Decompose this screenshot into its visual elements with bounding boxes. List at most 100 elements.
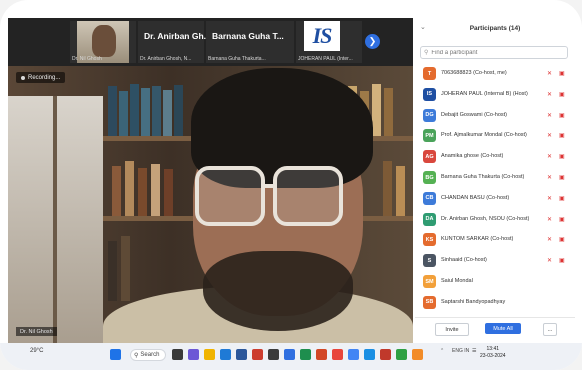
pdf-icon[interactable]: [380, 349, 391, 360]
participants-panel-title: Participants (14): [469, 25, 521, 32]
video-thumbnail-strip: Dr. Nil Ghosh Dr. Anirban Gh... Dr. Anir…: [8, 18, 413, 66]
record-icon: [21, 75, 25, 80]
more-options-button[interactable]: ...: [543, 323, 557, 336]
participant-search-box[interactable]: ⚲: [420, 46, 568, 59]
participant-avatar: DG: [423, 108, 436, 122]
self-view-name: Dr. Nil Ghosh: [20, 328, 53, 335]
participant-avatar: DA: [423, 212, 436, 226]
video-off-icon[interactable]: ▣: [559, 112, 565, 119]
participant-avatar: IS: [423, 87, 436, 101]
video-off-icon[interactable]: ▣: [559, 70, 565, 77]
speaker-beard: [203, 251, 353, 331]
mic-muted-icon[interactable]: ✕: [547, 70, 552, 77]
video-off-icon[interactable]: ▣: [559, 174, 565, 181]
mic-muted-icon[interactable]: ✕: [547, 91, 552, 98]
thumbnail-name-label: JOHERAN PAUL (Inter...: [298, 56, 353, 62]
edge-icon[interactable]: [220, 349, 231, 360]
tray-language[interactable]: ENG IN: [452, 348, 469, 354]
video-background: [384, 88, 393, 136]
video-background: [130, 84, 139, 136]
mic-muted-icon[interactable]: ✕: [547, 216, 552, 223]
video-off-icon[interactable]: ▣: [559, 91, 565, 98]
thumbnail-name-label: Dr. Anirban Ghosh, N...: [140, 56, 192, 62]
mic-muted-icon[interactable]: ✕: [547, 195, 552, 202]
participant-row[interactable]: S Sinhaaid (Co-host) ✕ ▣: [415, 251, 575, 271]
participant-row[interactable]: CB CHANDAN BASU (Co-host) ✕ ▣: [415, 189, 575, 209]
video-background: [151, 164, 160, 216]
participant-name: 7063688823 (Co-host, me): [441, 70, 507, 76]
weather-widget[interactable]: 29°C: [30, 348, 43, 354]
wifi-icon[interactable]: ☰: [472, 348, 476, 354]
participant-row[interactable]: PM Prof. Ajmalkumar Mondal (Co-host) ✕ ▣: [415, 126, 575, 146]
mic-muted-icon[interactable]: ✕: [547, 112, 552, 119]
dell-icon[interactable]: [252, 349, 263, 360]
app-icon[interactable]: [268, 349, 279, 360]
system-tray-chevron-icon[interactable]: ⌃: [440, 348, 444, 354]
task-view-icon[interactable]: [172, 349, 183, 360]
mic-muted-icon[interactable]: ✕: [547, 236, 552, 243]
recording-indicator[interactable]: Recording...: [16, 72, 66, 83]
next-thumbnails-button[interactable]: ❯: [365, 34, 380, 49]
taskbar-search[interactable]: ⚲ Search: [130, 349, 166, 361]
mute-all-button[interactable]: Mute All: [485, 323, 521, 334]
mic-muted-icon[interactable]: ✕: [547, 174, 552, 181]
video-background: [121, 236, 130, 301]
excel-icon[interactable]: [300, 349, 311, 360]
participant-row[interactable]: KS KUNTOM SARKAR (Co-host) ✕ ▣: [415, 230, 575, 250]
active-speaker-video: [8, 66, 413, 343]
participant-avatar: BG: [423, 171, 436, 184]
participant-row[interactable]: BG Barnana Guha Thakurta (Co-host) ✕ ▣: [415, 168, 575, 188]
video-background: [119, 91, 128, 136]
participant-row[interactable]: AG Anamika ghose (Co-host) ✕ ▣: [415, 147, 575, 167]
mic-muted-icon[interactable]: ✕: [547, 132, 552, 139]
participant-row[interactable]: T 7063688823 (Co-host, me) ✕ ▣: [415, 64, 575, 84]
video-background: [125, 161, 134, 216]
app-icon[interactable]: [412, 349, 423, 360]
video-background: [174, 85, 183, 136]
video-background: [372, 84, 381, 136]
participant-row[interactable]: IS JOHERAN PAUL (Internal B) (Host) ✕ ▣: [415, 85, 575, 105]
participant-name: Saptarshi Bandyopadhyay: [441, 298, 506, 305]
video-off-icon[interactable]: ▣: [559, 236, 565, 243]
video-thumbnail-1[interactable]: Dr. Nil Ghosh: [70, 21, 136, 63]
participant-name: Sinhaaid (Co-host): [441, 257, 487, 264]
google-icon[interactable]: [348, 349, 359, 360]
video-thumbnail-2[interactable]: Dr. Anirban Gh... Dr. Anirban Ghosh, N..…: [138, 21, 211, 63]
video-background: [112, 166, 121, 216]
mic-muted-icon[interactable]: ✕: [547, 153, 552, 160]
taskbar-clock[interactable]: 13:41 23-03-2024: [480, 346, 506, 360]
participants-panel-footer: Invite Mute All ...: [415, 317, 575, 340]
windows-start-icon[interactable]: [110, 349, 121, 360]
participant-name: Saiul Mondal: [441, 278, 473, 284]
participant-row[interactable]: DG Debajit Goswami (Co-host) ✕ ▣: [415, 106, 575, 126]
participant-row[interactable]: SB Saptarshi Bandyopadhyay: [415, 293, 575, 313]
video-off-icon[interactable]: ▣: [559, 195, 565, 202]
participant-row[interactable]: SM Saiul Mondal: [415, 272, 575, 292]
video-background: [103, 216, 203, 221]
participant-avatar: CB: [423, 191, 436, 205]
video-off-icon[interactable]: ▣: [559, 132, 565, 139]
participant-avatar: PM: [423, 129, 436, 143]
zoom-icon[interactable]: [364, 349, 375, 360]
invite-button[interactable]: Invite: [435, 323, 469, 336]
whatsapp-icon[interactable]: [396, 349, 407, 360]
mic-muted-icon[interactable]: ✕: [547, 257, 552, 264]
participant-name: Prof. Ajmalkumar Mondal (Co-host): [441, 132, 527, 139]
store-icon[interactable]: [236, 349, 247, 360]
clock-date: 23-03-2024: [480, 353, 506, 359]
powerpoint-icon[interactable]: [316, 349, 327, 360]
video-off-icon[interactable]: ▣: [559, 153, 565, 160]
word-icon[interactable]: [284, 349, 295, 360]
video-off-icon[interactable]: ▣: [559, 257, 565, 264]
chrome-icon[interactable]: [332, 349, 343, 360]
participant-search-input[interactable]: [428, 49, 560, 56]
file-explorer-icon[interactable]: [204, 349, 215, 360]
participant-row[interactable]: DA Dr. Anirban Ghosh, NSOU (Co-host) ✕ ▣: [415, 210, 575, 230]
video-off-icon[interactable]: ▣: [559, 216, 565, 223]
screen: Dr. Nil Ghosh Dr. Anirban Gh... Dr. Anir…: [0, 0, 582, 370]
video-thumbnail-4[interactable]: IS JOHERAN PAUL (Inter...: [296, 21, 362, 63]
participant-video: [92, 25, 116, 57]
participant-avatar: AG: [423, 150, 436, 164]
chat-icon[interactable]: [188, 349, 199, 360]
video-thumbnail-3[interactable]: Barnana Guha T... Barnana Guha Thakurta.…: [206, 21, 294, 63]
